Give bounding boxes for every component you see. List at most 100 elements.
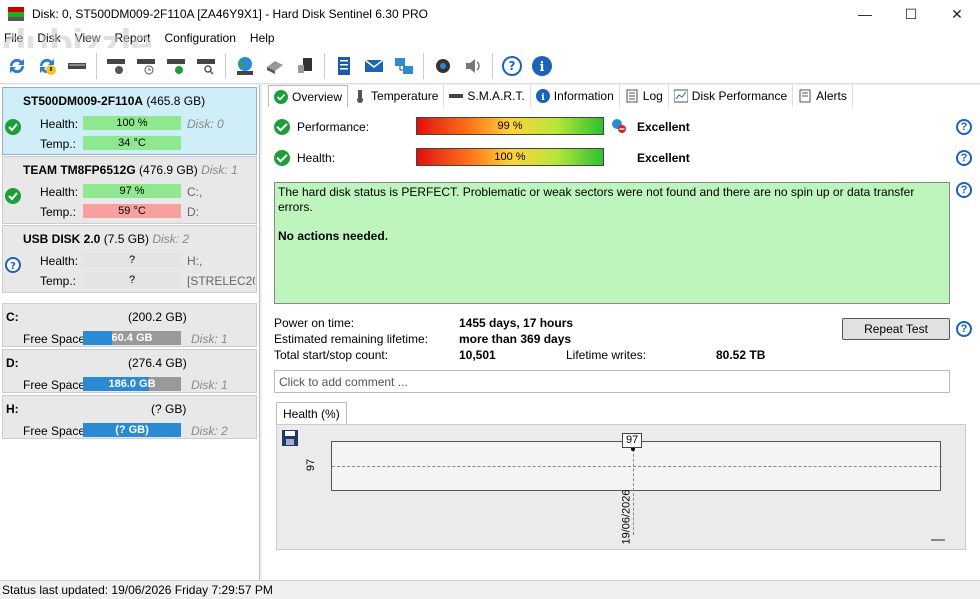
tab-label: Temperature xyxy=(371,89,439,103)
tab-log[interactable]: Log xyxy=(619,85,669,107)
chart-scroll-thumb[interactable] xyxy=(931,539,945,541)
disk-check-icon[interactable] xyxy=(163,53,189,79)
free-space-bar: (? GB) xyxy=(83,423,181,437)
temp-label: Temp.: xyxy=(40,137,77,151)
menu-bar: File Disk View Report Configuration Help xyxy=(0,28,980,48)
usb-drive-icon[interactable] xyxy=(292,53,318,79)
status-action: No actions needed. xyxy=(278,229,389,243)
tab-label: Information xyxy=(553,89,614,103)
health-label: Health: xyxy=(40,117,79,131)
status-help-icon[interactable]: ? xyxy=(956,182,972,198)
disk-card-0[interactable]: ST500DM009-2F110A (465.8 GB) Health: 100… xyxy=(2,87,257,155)
free-space-label: Free Space xyxy=(23,332,86,346)
menu-configuration[interactable]: Configuration xyxy=(158,31,243,45)
chart-y-tick-label: 97 xyxy=(305,458,318,472)
disk-icon[interactable] xyxy=(64,53,90,79)
chart-grid-line xyxy=(332,466,942,467)
menu-view[interactable]: View xyxy=(68,31,108,45)
globe-icon[interactable] xyxy=(232,53,258,79)
repeat-test-button[interactable]: Repeat Test xyxy=(842,318,950,340)
svg-text:i: i xyxy=(541,93,545,103)
close-button[interactable]: ✕ xyxy=(934,0,980,28)
mail-icon[interactable] xyxy=(361,53,387,79)
free-space-label: Free Space xyxy=(23,378,86,392)
health-rating: Excellent xyxy=(637,151,690,165)
temp-label: Temp.: xyxy=(40,274,77,288)
minimize-button[interactable]: — xyxy=(842,0,888,28)
performance-chart-icon xyxy=(673,89,689,103)
gear-icon[interactable] xyxy=(430,53,456,79)
disk-card-1[interactable]: TEAM TM8FP6512G (476.9 GB) Disk: 1 Healt… xyxy=(2,156,257,224)
health-value: 100 % xyxy=(494,151,526,163)
disk-search-icon[interactable] xyxy=(193,53,219,79)
status-bar: Status last updated: 19/06/2026 Friday 7… xyxy=(0,580,980,599)
info-icon[interactable]: i xyxy=(529,53,555,79)
help-icon[interactable]: ? xyxy=(499,53,525,79)
menu-report[interactable]: Report xyxy=(107,31,157,45)
volume-letter: H: xyxy=(6,402,19,416)
disk-clock-icon[interactable] xyxy=(133,53,159,79)
status-text: The hard disk status is PERFECT. Problem… xyxy=(278,185,915,214)
alerts-icon xyxy=(798,89,812,103)
comment-input[interactable] xyxy=(274,370,950,393)
refresh-warn-icon[interactable] xyxy=(34,53,60,79)
volume-disk: Disk: 1 xyxy=(191,378,228,392)
volume-card-h[interactable]: H: (? GB) Free Space (? GB) Disk: 2 xyxy=(2,395,257,439)
health-bar: 100 % xyxy=(83,116,181,130)
health-ok-icon xyxy=(274,150,290,166)
volume-disk: Disk: 1 xyxy=(191,332,228,346)
volume-size: (276.4 GB) xyxy=(128,356,187,370)
volume-list: D: xyxy=(187,205,199,219)
disk-card-2[interactable]: USB DISK 2.0 (7.5 GB) Disk: 2 ? Health: … xyxy=(2,225,257,293)
tab-smart[interactable]: S.M.A.R.T. xyxy=(444,85,531,107)
repeat-test-help-icon[interactable]: ? xyxy=(956,321,972,337)
health-help-icon[interactable]: ? xyxy=(956,150,972,166)
free-space-value: 60.4 GB xyxy=(111,332,153,344)
save-icon[interactable] xyxy=(282,430,298,446)
maximize-button[interactable]: ☐ xyxy=(888,0,934,28)
network-icon[interactable] xyxy=(391,53,417,79)
power-on-value: 1455 days, 17 hours xyxy=(459,316,574,330)
speaker-icon[interactable] xyxy=(460,53,486,79)
temp-label: Temp.: xyxy=(40,205,77,219)
tab-alerts[interactable]: Alerts xyxy=(793,85,853,107)
status-ok-icon xyxy=(5,188,21,204)
window-title: Disk: 0, ST500DM009-2F110A [ZA46Y9X1] - … xyxy=(32,7,428,21)
lifetime-writes-value: 80.52 TB xyxy=(716,348,766,362)
refresh-icon[interactable] xyxy=(4,53,30,79)
volume-label: [STRELEC202 xyxy=(187,274,255,288)
startstop-label: Total start/stop count: xyxy=(274,348,389,362)
tab-temperature[interactable]: Temperature xyxy=(348,85,445,107)
free-space-value: (? GB) xyxy=(115,424,149,436)
disk-number: Disk: 0 xyxy=(187,117,224,131)
disk-list-panel: ST500DM009-2F110A (465.8 GB) Health: 100… xyxy=(0,85,260,580)
toolbar-separator xyxy=(423,52,424,79)
drive-icon[interactable] xyxy=(262,53,288,79)
menu-help[interactable]: Help xyxy=(243,31,282,45)
performance-bar: 99 % xyxy=(416,117,604,135)
tab-information[interactable]: i Information xyxy=(530,85,620,107)
volume-card-c[interactable]: C: (200.2 GB) Free Space 60.4 GB Disk: 1 xyxy=(2,303,257,347)
svg-text:?: ? xyxy=(10,261,16,271)
details-panel: Overview Temperature S.M.A.R.T. i Informa… xyxy=(262,85,980,580)
tab-disk-performance[interactable]: Disk Performance xyxy=(668,85,794,107)
volume-card-d[interactable]: D: (276.4 GB) Free Space 186.0 GB Disk: … xyxy=(2,349,257,393)
tab-label: Disk Performance xyxy=(691,89,788,103)
tab-overview[interactable]: Overview xyxy=(268,85,349,107)
volume-letter: D: xyxy=(6,356,19,370)
tab-bar: Overview Temperature S.M.A.R.T. i Informa… xyxy=(268,85,853,107)
performance-help-icon[interactable]: ? xyxy=(956,119,972,135)
disk-name: TEAM TM8FP6512G (476.9 GB) Disk: 1 xyxy=(23,163,238,177)
menu-file[interactable]: File xyxy=(2,31,30,45)
power-on-label: Power on time: xyxy=(274,316,355,330)
startstop-value: 10,501 xyxy=(459,348,496,362)
performance-detail-icon[interactable] xyxy=(611,118,627,134)
lifetime-label: Estimated remaining lifetime: xyxy=(274,332,429,346)
toolbar: ? i xyxy=(0,48,980,84)
chart-tab-health[interactable]: Health (%) xyxy=(276,402,347,424)
disk-icon xyxy=(449,89,464,103)
report-icon[interactable] xyxy=(331,53,357,79)
menu-disk[interactable]: Disk xyxy=(30,31,67,45)
disk-surface-icon[interactable] xyxy=(103,53,129,79)
performance-rating: Excellent xyxy=(637,120,690,134)
